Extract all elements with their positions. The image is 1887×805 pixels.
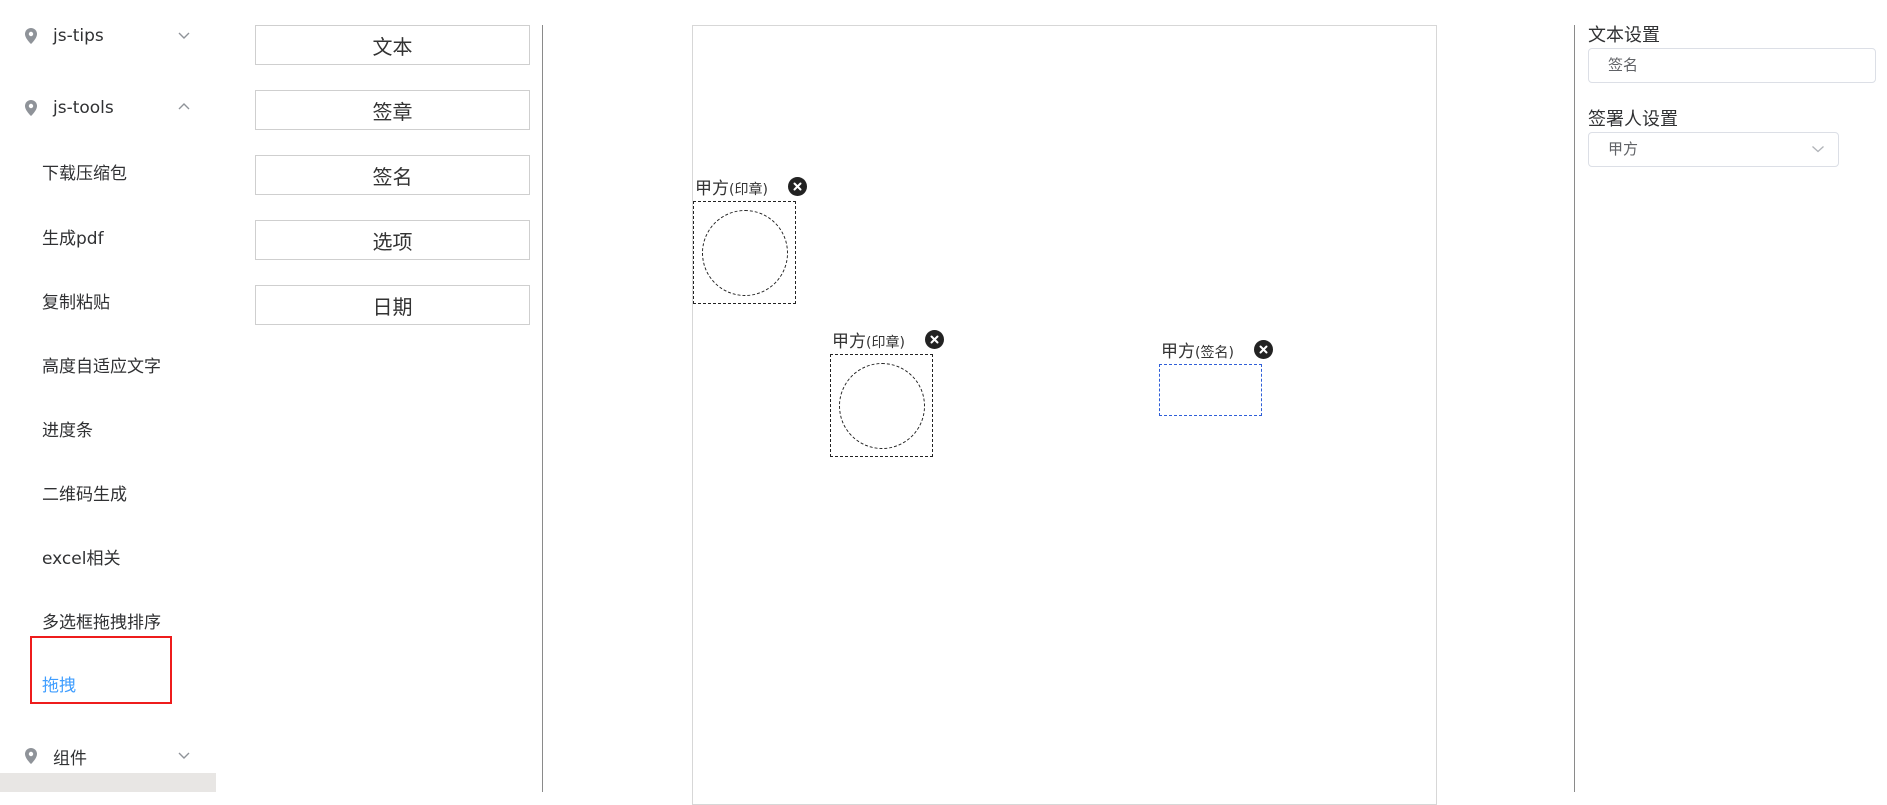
signer-select[interactable]: 甲方	[1588, 132, 1839, 167]
close-circle-icon[interactable]	[788, 177, 807, 196]
menu-item-download-zip[interactable]: 下载压缩包	[42, 162, 127, 186]
menu-group-label: js-tips	[53, 26, 104, 46]
field-party-label: 甲方	[832, 332, 866, 352]
tool-option-button[interactable]: 选项	[255, 220, 530, 260]
menu-item-progress-bar[interactable]: 进度条	[42, 419, 93, 443]
document-canvas[interactable]: 甲方(印章) 甲方(印章) 甲方(签名)	[692, 25, 1437, 805]
location-pin-icon	[25, 748, 37, 764]
seal-box[interactable]	[830, 354, 933, 457]
divider	[542, 25, 543, 792]
location-pin-icon	[25, 100, 37, 116]
chevron-down-icon	[178, 32, 190, 39]
chevron-up-icon	[178, 103, 190, 110]
field-caption: 甲方(印章)	[695, 174, 768, 199]
seal-box[interactable]	[693, 201, 796, 304]
menu-item-excel[interactable]: excel相关	[42, 547, 120, 571]
tool-text-button[interactable]: 文本	[255, 25, 530, 65]
field-party-label: 甲方	[695, 179, 729, 199]
menu-group-js-tools[interactable]: js-tools	[0, 88, 216, 128]
signer-settings-title: 签署人设置	[1588, 109, 1678, 130]
signature-box[interactable]	[1159, 364, 1262, 416]
signer-select-value: 甲方	[1608, 140, 1639, 158]
location-pin-icon	[25, 28, 37, 44]
menu-group-js-tips[interactable]: js-tips	[0, 16, 216, 56]
sidebar: js-tips js-tools 下载压缩包 生成pdf 复制粘贴 高度自适应文…	[0, 0, 216, 792]
field-type-label: (签名)	[1195, 345, 1234, 361]
field-type-label: (印章)	[866, 335, 905, 351]
menu-item-checkbox-drag-sort[interactable]: 多选框拖拽排序	[42, 611, 161, 635]
close-circle-icon[interactable]	[1254, 340, 1273, 359]
tool-date-button[interactable]: 日期	[255, 285, 530, 325]
menu-item-copy-paste[interactable]: 复制粘贴	[42, 291, 110, 315]
menu-group-label: js-tools	[53, 98, 114, 118]
chevron-down-icon	[1812, 146, 1824, 153]
divider	[1574, 25, 1575, 792]
field-caption: 甲方(签名)	[1161, 337, 1234, 362]
field-type-label: (印章)	[729, 182, 768, 198]
menu-item-qrcode[interactable]: 二维码生成	[42, 483, 127, 507]
sidebar-footer	[0, 773, 216, 792]
close-circle-icon[interactable]	[925, 330, 944, 349]
seal-circle	[702, 210, 788, 296]
text-settings-title: 文本设置	[1588, 25, 1660, 46]
menu-group-components[interactable]: 组件	[0, 736, 216, 776]
menu-group-label: 组件	[53, 748, 87, 769]
tool-seal-button[interactable]: 签章	[255, 90, 530, 130]
field-party-label: 甲方	[1161, 342, 1195, 362]
tool-signature-button[interactable]: 签名	[255, 155, 530, 195]
seal-circle	[839, 363, 925, 449]
chevron-down-icon	[178, 752, 190, 759]
field-caption: 甲方(印章)	[832, 327, 905, 352]
menu-item-drag[interactable]: 拖拽	[42, 674, 76, 698]
menu-item-auto-height-text[interactable]: 高度自适应文字	[42, 355, 161, 379]
text-settings-input[interactable]: 签名	[1588, 48, 1876, 83]
menu-item-generate-pdf[interactable]: 生成pdf	[42, 227, 104, 251]
